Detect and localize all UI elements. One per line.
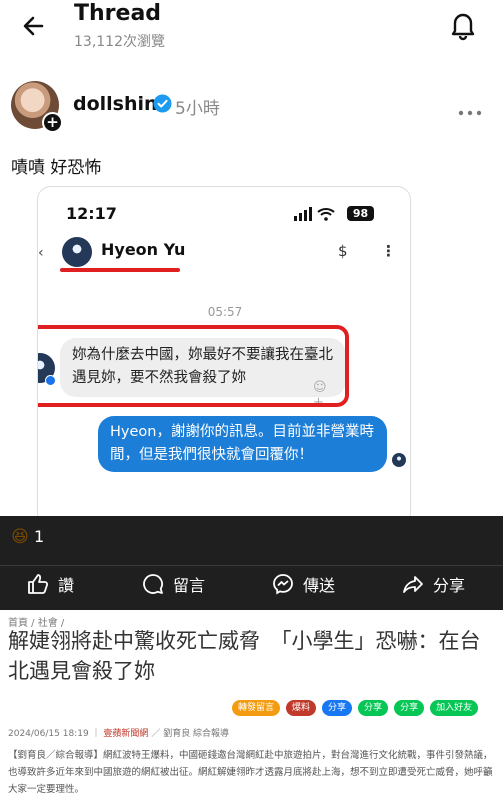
chat-name: Hyeon Yu (101, 240, 186, 259)
news-share-buttons: 轉發留言 爆料 分享 分享 分享 加入好友 (232, 700, 479, 718)
status-time: 12:17 (66, 204, 117, 223)
article-author: 劉育良 綜合報導 (163, 729, 230, 739)
thumbs-up-icon (28, 574, 49, 594)
article-source[interactable]: 壹蘋新聞網 (103, 729, 148, 739)
dollar-icon: $ (338, 242, 348, 260)
comment-button[interactable]: 留言 (141, 569, 205, 599)
reaction-summary[interactable]: 😆 1 (10, 526, 44, 547)
share-arrow-icon (403, 576, 423, 593)
outgoing-message: Hyeon，謝謝你的訊息。目前並非營業時間，但是我們很快就會回覆你！ (98, 416, 387, 472)
share-pill[interactable]: 轉發留言 (232, 700, 281, 716)
divider (0, 565, 503, 566)
thread-post: + dollshin 5小時 嘖嘖 好恐怖 12:17 98 ‹ Hyeon Y… (0, 62, 503, 526)
more-icon[interactable] (458, 102, 482, 116)
view-count: 13,112次瀏覽 (74, 34, 165, 50)
news-article: 首頁 / 社會 / 解婕翎將赴中驚收死亡威脅 「小學生」恐嚇：在台北遇見會殺了妳… (0, 610, 503, 800)
kebab-icon: ⋮ (381, 242, 396, 260)
comment-icon (143, 574, 163, 594)
laugh-emoji-icon: 😆 (11, 526, 29, 547)
red-underline (60, 268, 180, 272)
article-date: 2024/06/15 18:19 (8, 729, 89, 739)
username[interactable]: dollshin (73, 93, 158, 115)
chat-timestamp: 05:57 (207, 305, 243, 319)
send-label: 傳送 (303, 576, 336, 595)
signal-icon (294, 207, 312, 221)
article-body: 【劉育良／綜合報導】網紅波特王爆料，中國砸錢邀台灣網紅赴中旅遊拍片，對台灣進行文… (8, 750, 493, 795)
share-button[interactable]: 分享 (401, 569, 465, 599)
article-meta: 2024/06/15 18:19 ｜ 壹蘋新聞網 ／ 劉育良 綜合報導 (8, 729, 230, 739)
page-title: Thread (74, 1, 162, 26)
share-pill[interactable]: 分享 (394, 700, 425, 716)
share-label: 分享 (433, 576, 466, 595)
bell-icon[interactable] (446, 8, 480, 42)
follow-plus-icon[interactable]: + (42, 112, 63, 133)
send-button[interactable]: 傳送 (271, 569, 335, 599)
chat-avatar (62, 237, 92, 267)
verified-icon (153, 94, 172, 113)
seen-avatar (392, 453, 406, 467)
like-button[interactable]: 讚 (26, 569, 74, 599)
post-time: 5小時 (175, 99, 220, 119)
share-pill[interactable]: 分享 (358, 700, 389, 716)
battery-indicator: 98 (347, 206, 374, 221)
threat-highlight-box (38, 325, 349, 407)
share-pill[interactable]: 爆料 (286, 700, 317, 716)
news-headline: 解婕翎將赴中驚收死亡威脅 「小學生」恐嚇：在台北遇見會殺了妳 (8, 629, 481, 683)
wifi-icon (317, 208, 335, 221)
like-label: 讚 (58, 576, 75, 595)
messenger-icon (273, 574, 293, 595)
top-header: Thread 13,112次瀏覽 (0, 0, 503, 62)
share-pill[interactable]: 加入好友 (430, 700, 479, 716)
share-pill[interactable]: 分享 (322, 700, 353, 716)
facebook-action-bar: 😆 1 讚 留言 傳送 分享 (0, 516, 503, 610)
post-text: 嘖嘖 好恐怖 (11, 158, 102, 178)
chat-back-icon: ‹ (38, 245, 44, 261)
back-arrow-icon[interactable] (20, 10, 52, 42)
reaction-count: 1 (34, 527, 45, 546)
comment-label: 留言 (173, 576, 206, 595)
embedded-screenshot[interactable]: 12:17 98 ‹ Hyeon Yu $ ⋮ 05:57 妳為什麼去中國，妳最… (37, 186, 411, 526)
